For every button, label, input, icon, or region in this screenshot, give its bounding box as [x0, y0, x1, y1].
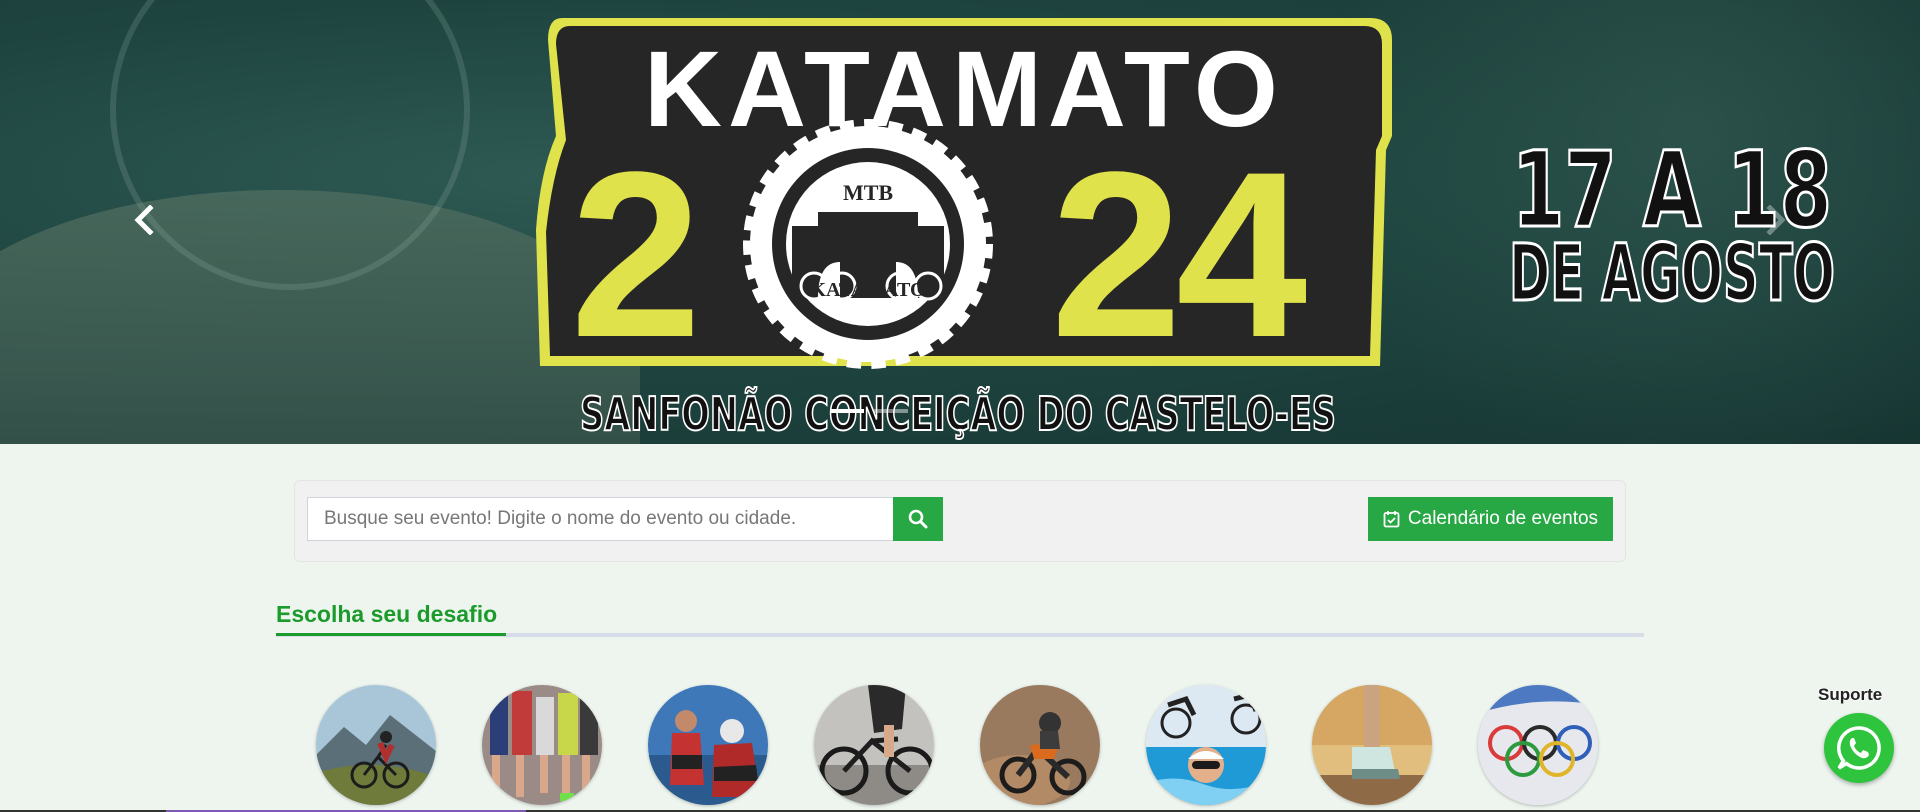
calendar-check-icon [1383, 511, 1400, 528]
triathlon-photo [648, 685, 768, 805]
road-cycling-photo [814, 685, 934, 805]
section-title-underline [276, 633, 1644, 637]
category-multisport[interactable] [1146, 685, 1266, 805]
walking-photo [1312, 685, 1432, 805]
event-calendar-button[interactable]: Calendário de eventos [1368, 497, 1613, 541]
support-label: Suporte [1818, 685, 1883, 704]
carousel-indicator-1[interactable] [830, 409, 864, 413]
search-panel: Calendário de eventos [294, 480, 1626, 562]
year-digits-right: 24 [1051, 123, 1306, 387]
whatsapp-icon [1837, 726, 1881, 770]
badge-top-text: MTB [843, 180, 893, 205]
event-banner: KATAMATO 2 24 MTB KATAMATO 17 A 18 DE AG… [536, 18, 1837, 442]
challenge-categories [316, 685, 1606, 807]
event-calendar-label: Calendário de eventos [1407, 508, 1599, 529]
carousel-prev-button[interactable] [124, 196, 164, 244]
multisport-photo [1146, 685, 1266, 805]
section-title: Escolha seu desafio [276, 601, 498, 627]
category-street-running[interactable] [482, 685, 602, 805]
event-location: SANFONÃO CONCEIÇÃO DO CASTELO-ES [580, 386, 1336, 441]
hero-carousel[interactable]: KATAMATO 2 24 MTB KATAMATO 17 A 18 DE AG… [0, 0, 1920, 444]
chevron-right-icon [1766, 205, 1786, 235]
category-triathlon[interactable] [648, 685, 768, 805]
badge-bottom-text: KATAMATO [810, 279, 925, 301]
whatsapp-support-button[interactable] [1824, 713, 1894, 783]
category-road-cycling[interactable] [814, 685, 934, 805]
motocross-photo [980, 685, 1100, 805]
mtb-gear-badge: MTB KATAMATO [743, 119, 993, 369]
category-olympic[interactable] [1478, 685, 1598, 805]
search-icon [908, 509, 928, 529]
category-walking[interactable] [1312, 685, 1432, 805]
carousel-next-button[interactable] [1756, 196, 1796, 244]
chevron-left-icon [134, 205, 154, 235]
category-motocross[interactable] [980, 685, 1100, 805]
olympic-rings-photo [1478, 685, 1598, 805]
carousel-indicators [830, 409, 908, 413]
street-running-photo [482, 685, 602, 805]
search-button[interactable] [893, 497, 943, 541]
carousel-indicator-2[interactable] [874, 409, 908, 413]
search-input[interactable] [307, 497, 893, 541]
category-mountain-bike[interactable] [316, 685, 436, 805]
mountain-bike-photo [316, 685, 436, 805]
support-widget: Suporte [1816, 683, 1900, 793]
year-digit-left: 2 [570, 123, 701, 387]
